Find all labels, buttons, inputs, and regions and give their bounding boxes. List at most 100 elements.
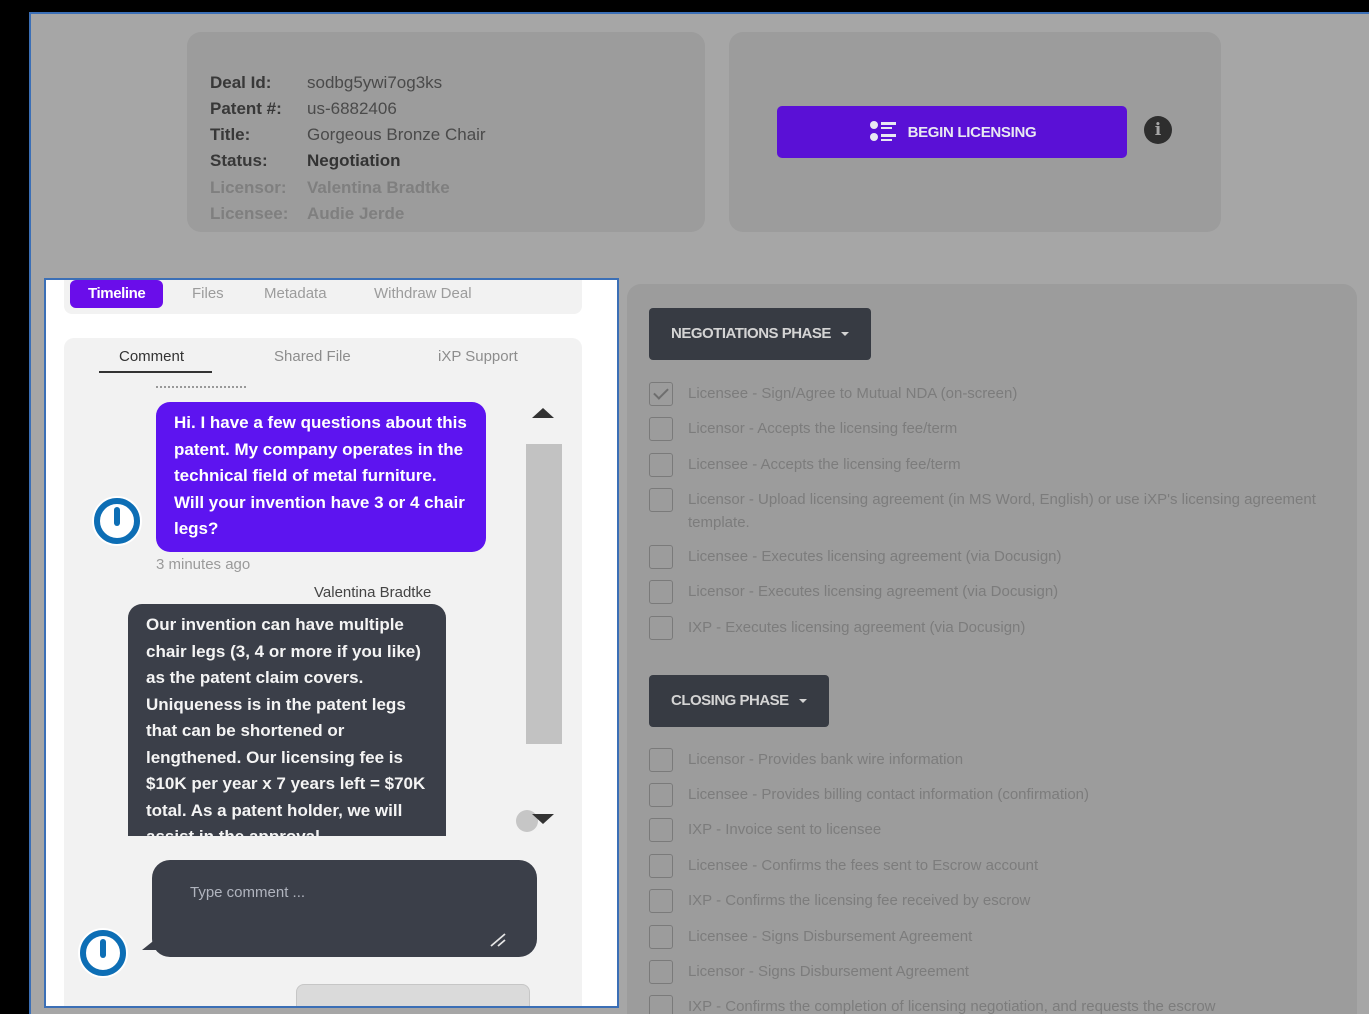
message-bubble-received: Our invention can have multiple chair le…: [128, 604, 446, 836]
checklist-task: IXP - Invoice sent to licensee: [649, 818, 1328, 842]
begin-licensing-button[interactable]: BEGIN LICENSING: [777, 106, 1127, 158]
task-label: Licensor - Accepts the licensing fee/ter…: [688, 420, 958, 437]
task-label: Licensor - Signs Disbursement Agreement: [688, 963, 969, 980]
task-checkbox[interactable]: [649, 889, 673, 913]
checklist-task: Licensee - Confirms the fees sent to Esc…: [649, 854, 1328, 878]
licensee-label: Licensee:: [210, 204, 289, 223]
licensing-action-card: BEGIN LICENSING i: [729, 32, 1221, 232]
comment-composer[interactable]: [152, 860, 537, 957]
phases-panel: NEGOTIATIONS PHASE Licensee - Sign/Agree…: [627, 284, 1357, 1014]
checklist-task: Licensor - Executes licensing agreement …: [649, 580, 1328, 604]
closing-phase-dropdown[interactable]: CLOSING PHASE: [649, 675, 829, 727]
scroll-down-arrow-icon[interactable]: [532, 814, 554, 824]
title-label: Title:: [210, 125, 251, 144]
tab-files[interactable]: Files: [192, 280, 224, 308]
deal-tabs: Timeline Files Metadata Withdraw Deal: [64, 280, 582, 314]
deal-info-card: Deal Id: sodbg5ywi7og3ks Patent #: us-6882…: [187, 32, 705, 232]
chat-box: Comment Shared File iXP Support Hi. I ha…: [64, 338, 582, 1006]
task-label: Licensee - Provides billing contact info…: [688, 786, 1090, 803]
task-checkbox[interactable]: [649, 783, 673, 807]
patent-row: Patent #: us-6882406: [210, 98, 397, 120]
checklist-task: Licensee - Provides billing contact info…: [649, 783, 1328, 807]
checklist-task: Licensor - Provides bank wire informatio…: [649, 748, 1328, 772]
subtab-ixp-support[interactable]: iXP Support: [438, 346, 518, 368]
task-checkbox[interactable]: [649, 616, 673, 640]
message-bubble-sent: Hi. I have a few questions about this pa…: [156, 402, 486, 552]
begin-licensing-label: BEGIN LICENSING: [907, 123, 1037, 141]
app-window: Deal Id: sodbg5ywi7og3ks Patent #: us-6882…: [29, 12, 1369, 1014]
task-label: IXP - Executes licensing agreement (via …: [688, 619, 1026, 636]
checklist-task: IXP - Confirms the licensing fee receive…: [649, 889, 1328, 913]
info-icon[interactable]: i: [1144, 116, 1172, 144]
status-value: Negotiation: [307, 151, 401, 170]
deal-id-row: Deal Id: sodbg5ywi7og3ks: [210, 72, 442, 94]
licensee-value: Audie Jerde: [307, 204, 405, 223]
checklist-task: Licensor - Accepts the licensing fee/ter…: [649, 417, 1328, 441]
message-list[interactable]: Hi. I have a few questions about this pa…: [64, 386, 524, 836]
task-checkbox[interactable]: [649, 488, 673, 512]
negotiations-phase-dropdown[interactable]: NEGOTIATIONS PHASE: [649, 308, 871, 360]
comment-input[interactable]: [190, 884, 490, 901]
checklist-task: IXP - Confirms the completion of licensi…: [649, 995, 1328, 1014]
task-checkbox[interactable]: [649, 417, 673, 441]
clipped-author-name: [156, 386, 246, 390]
message-timestamp: 3 minutes ago: [156, 556, 251, 573]
task-label: Licensee - Accepts the licensing fee/ter…: [688, 456, 961, 473]
task-checkbox[interactable]: [649, 960, 673, 984]
subtab-comment[interactable]: Comment: [119, 346, 184, 368]
task-checkbox[interactable]: [649, 453, 673, 477]
resize-handle-icon[interactable]: [489, 933, 507, 947]
title-row: Title: Gorgeous Bronze Chair: [210, 124, 486, 146]
tab-withdraw-deal[interactable]: Withdraw Deal: [374, 280, 472, 308]
task-label: Licensor - Executes licensing agreement …: [688, 583, 1059, 600]
timeline-panel: Timeline Files Metadata Withdraw Deal Co…: [44, 278, 619, 1008]
task-checkbox[interactable]: [649, 995, 673, 1014]
task-checkbox[interactable]: [649, 854, 673, 878]
task-label: IXP - Invoice sent to licensee: [688, 821, 882, 838]
task-label: Licensee - Sign/Agree to Mutual NDA (on-…: [688, 385, 1018, 402]
negotiations-phase-label: NEGOTIATIONS PHASE: [671, 325, 831, 342]
tab-timeline[interactable]: Timeline: [70, 280, 164, 308]
task-checkbox[interactable]: [649, 925, 673, 949]
task-label: IXP - Confirms the licensing fee receive…: [688, 892, 1031, 909]
licensor-value: Valentina Bradtke: [307, 178, 450, 197]
task-checkbox[interactable]: [649, 545, 673, 569]
task-label: Licensee - Confirms the fees sent to Esc…: [688, 857, 1039, 874]
status-row: Status: Negotiation: [210, 150, 401, 172]
checklist-task: Licensee - Signs Disbursement Agreement: [649, 925, 1328, 949]
caret-down-icon: [840, 332, 849, 337]
scrollbar-thumb[interactable]: [526, 444, 562, 744]
checklist-task: IXP - Executes licensing agreement (via …: [649, 616, 1328, 640]
task-label: IXP - Confirms the completion of licensi…: [688, 998, 1216, 1014]
checklist-task: Licensee - Executes licensing agreement …: [649, 545, 1328, 569]
task-checkbox[interactable]: [649, 580, 673, 604]
status-label: Status:: [210, 151, 268, 170]
licensor-label: Licensor:: [210, 178, 287, 197]
closing-phase-label: CLOSING PHASE: [671, 692, 789, 709]
deal-id-value: sodbg5ywi7og3ks: [307, 73, 443, 92]
scroll-up-arrow-icon[interactable]: [532, 408, 554, 418]
patent-label: Patent #:: [210, 99, 282, 118]
checklist-task: Licensor - Upload licensing agreement (i…: [649, 488, 1328, 534]
patent-value: us-6882406: [307, 99, 397, 118]
message-author: Valentina Bradtke: [314, 584, 432, 601]
checklist-task: Licensee - Sign/Agree to Mutual NDA (on-…: [649, 382, 1328, 406]
subtab-shared-file[interactable]: Shared File: [274, 346, 351, 368]
checklist-task: Licensor - Signs Disbursement Agreement: [649, 960, 1328, 984]
user-avatar-icon: [92, 496, 142, 546]
task-label: Licensee - Signs Disbursement Agreement: [688, 928, 973, 945]
deal-id-label: Deal Id:: [210, 73, 272, 92]
active-subtab-underline: [99, 371, 212, 373]
current-user-avatar-icon: [78, 928, 128, 978]
task-checkbox[interactable]: [649, 748, 673, 772]
title-value: Gorgeous Bronze Chair: [307, 125, 486, 144]
checklist-icon: [868, 120, 898, 144]
checklist-task: Licensee - Accepts the licensing fee/ter…: [649, 453, 1328, 477]
task-checkbox[interactable]: [649, 818, 673, 842]
tab-metadata[interactable]: Metadata: [264, 280, 327, 308]
task-checkbox[interactable]: [649, 382, 673, 406]
licensor-row: Licensor: Valentina Bradtke: [210, 177, 450, 199]
task-label: Licensee - Executes licensing agreement …: [688, 548, 1062, 565]
caret-down-icon: [798, 699, 807, 704]
submit-comment-button[interactable]: [296, 984, 530, 1006]
